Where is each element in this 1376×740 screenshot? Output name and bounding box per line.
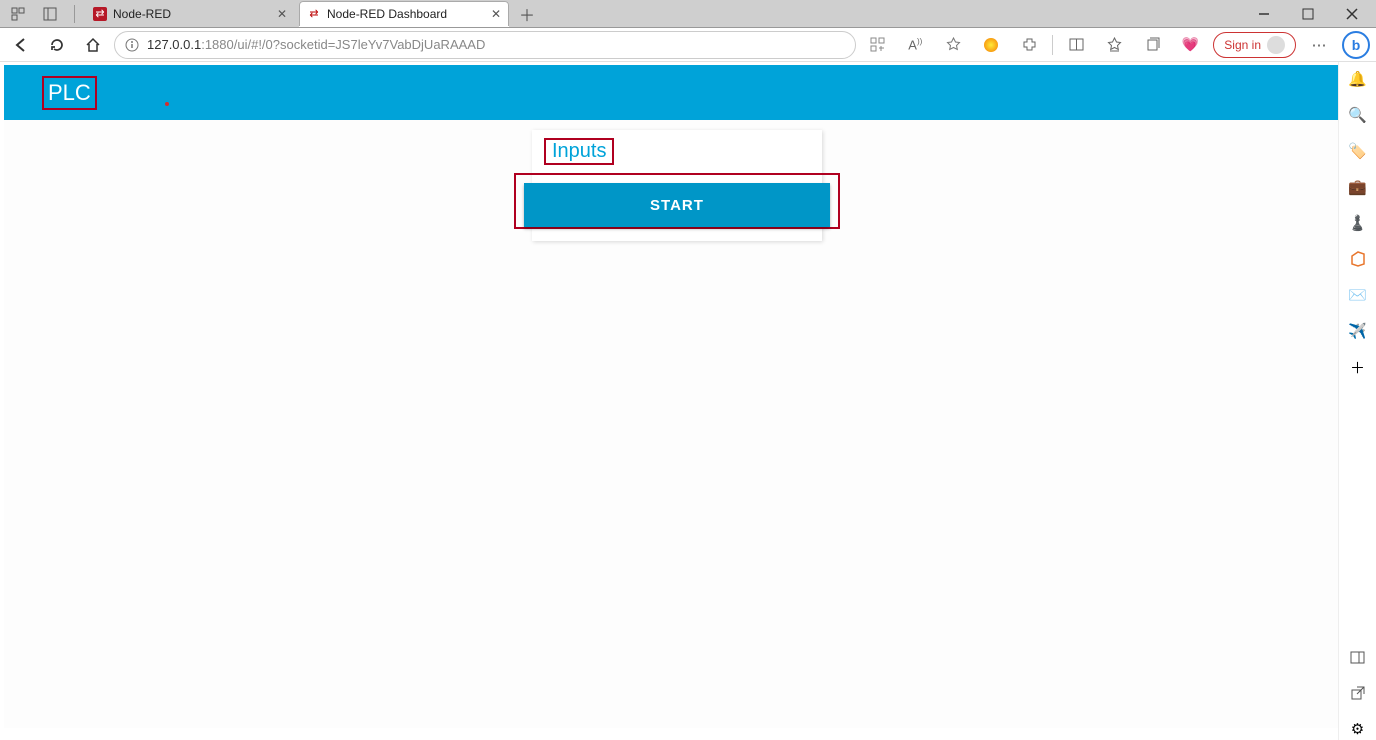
address-bar[interactable]: 127.0.0.1:1880/ui/#!/0?socketid=JS7leYv7…: [114, 31, 856, 59]
read-aloud-icon[interactable]: A)): [900, 30, 930, 60]
dashboard-page: PLC Inputs START: [4, 65, 1338, 728]
idm-icon[interactable]: [976, 30, 1006, 60]
node-red-dashboard-icon: ⇄: [307, 7, 321, 21]
favorites-icon[interactable]: [1099, 30, 1129, 60]
page-title: PLC: [42, 76, 97, 110]
card-title: Inputs: [544, 138, 614, 165]
close-icon[interactable]: ✕: [277, 7, 287, 21]
annotation-dot: [165, 102, 169, 106]
add-icon[interactable]: ＋: [1347, 356, 1369, 378]
tab-label: Node-RED Dashboard: [327, 7, 485, 21]
star-icon[interactable]: [938, 30, 968, 60]
divider: [74, 5, 75, 23]
close-icon[interactable]: ✕: [491, 7, 501, 21]
viewport: PLC Inputs START: [0, 62, 1338, 728]
signin-label: Sign in: [1224, 38, 1261, 52]
divider: [1052, 35, 1053, 55]
edge-sidebar: 🔔 🔍 🏷️ 💼 ♟️ ✉️ ✈️ ＋ ⚙: [1338, 62, 1376, 740]
send-icon[interactable]: ✈️: [1347, 320, 1369, 342]
signin-button[interactable]: Sign in: [1213, 32, 1296, 58]
inputs-card: Inputs START: [532, 130, 822, 241]
dashboard-body: Inputs START: [4, 120, 1338, 728]
bing-icon[interactable]: b: [1342, 31, 1370, 59]
extensions-icon[interactable]: [1014, 30, 1044, 60]
tab-dashboard[interactable]: ⇄ Node-RED Dashboard ✕: [299, 1, 509, 27]
shopping-icon[interactable]: 🏷️: [1347, 140, 1369, 162]
url-host: 127.0.0.1: [147, 37, 201, 52]
collections-icon[interactable]: [1137, 30, 1167, 60]
notifications-icon[interactable]: 🔔: [1347, 68, 1369, 90]
browser-navbar: 127.0.0.1:1880/ui/#!/0?socketid=JS7leYv7…: [0, 28, 1376, 62]
maximize-icon[interactable]: [1288, 2, 1328, 26]
search-icon[interactable]: 🔍: [1347, 104, 1369, 126]
split-screen-icon[interactable]: [1061, 30, 1091, 60]
outlook-icon[interactable]: ✉️: [1347, 284, 1369, 306]
refresh-icon[interactable]: [42, 30, 72, 60]
browser-tabstrip: ⇄ Node-RED ✕ ⇄ Node-RED Dashboard ✕ ＋: [0, 0, 1376, 28]
more-icon[interactable]: ⋯: [1304, 30, 1334, 60]
start-button[interactable]: START: [524, 183, 830, 227]
url-rest: :1880/ui/#!/0?socketid=JS7leYv7VabDjUaRA…: [201, 37, 485, 52]
back-icon[interactable]: [6, 30, 36, 60]
home-icon[interactable]: [78, 30, 108, 60]
games-icon[interactable]: ♟️: [1347, 212, 1369, 234]
settings-icon[interactable]: ⚙: [1347, 718, 1369, 740]
vertical-tabs-icon[interactable]: [36, 2, 64, 26]
external-icon[interactable]: [1347, 682, 1369, 704]
sidebar-toggle-icon[interactable]: [1347, 646, 1369, 668]
tools-icon[interactable]: 💼: [1347, 176, 1369, 198]
minimize-icon[interactable]: [1244, 2, 1284, 26]
tab-label: Node-RED: [113, 7, 271, 21]
tab-actions-icon[interactable]: [4, 2, 32, 26]
url-text: 127.0.0.1:1880/ui/#!/0?socketid=JS7leYv7…: [147, 37, 845, 52]
info-icon[interactable]: [125, 38, 139, 52]
new-tab-button[interactable]: ＋: [513, 2, 541, 26]
performance-icon[interactable]: 💗: [1175, 30, 1205, 60]
apps-icon[interactable]: [862, 30, 892, 60]
dashboard-header: PLC: [4, 65, 1338, 120]
tab-node-red[interactable]: ⇄ Node-RED ✕: [85, 1, 295, 27]
node-red-icon: ⇄: [93, 7, 107, 21]
close-window-icon[interactable]: [1332, 2, 1372, 26]
avatar-icon: [1267, 36, 1285, 54]
office-icon[interactable]: [1347, 248, 1369, 270]
